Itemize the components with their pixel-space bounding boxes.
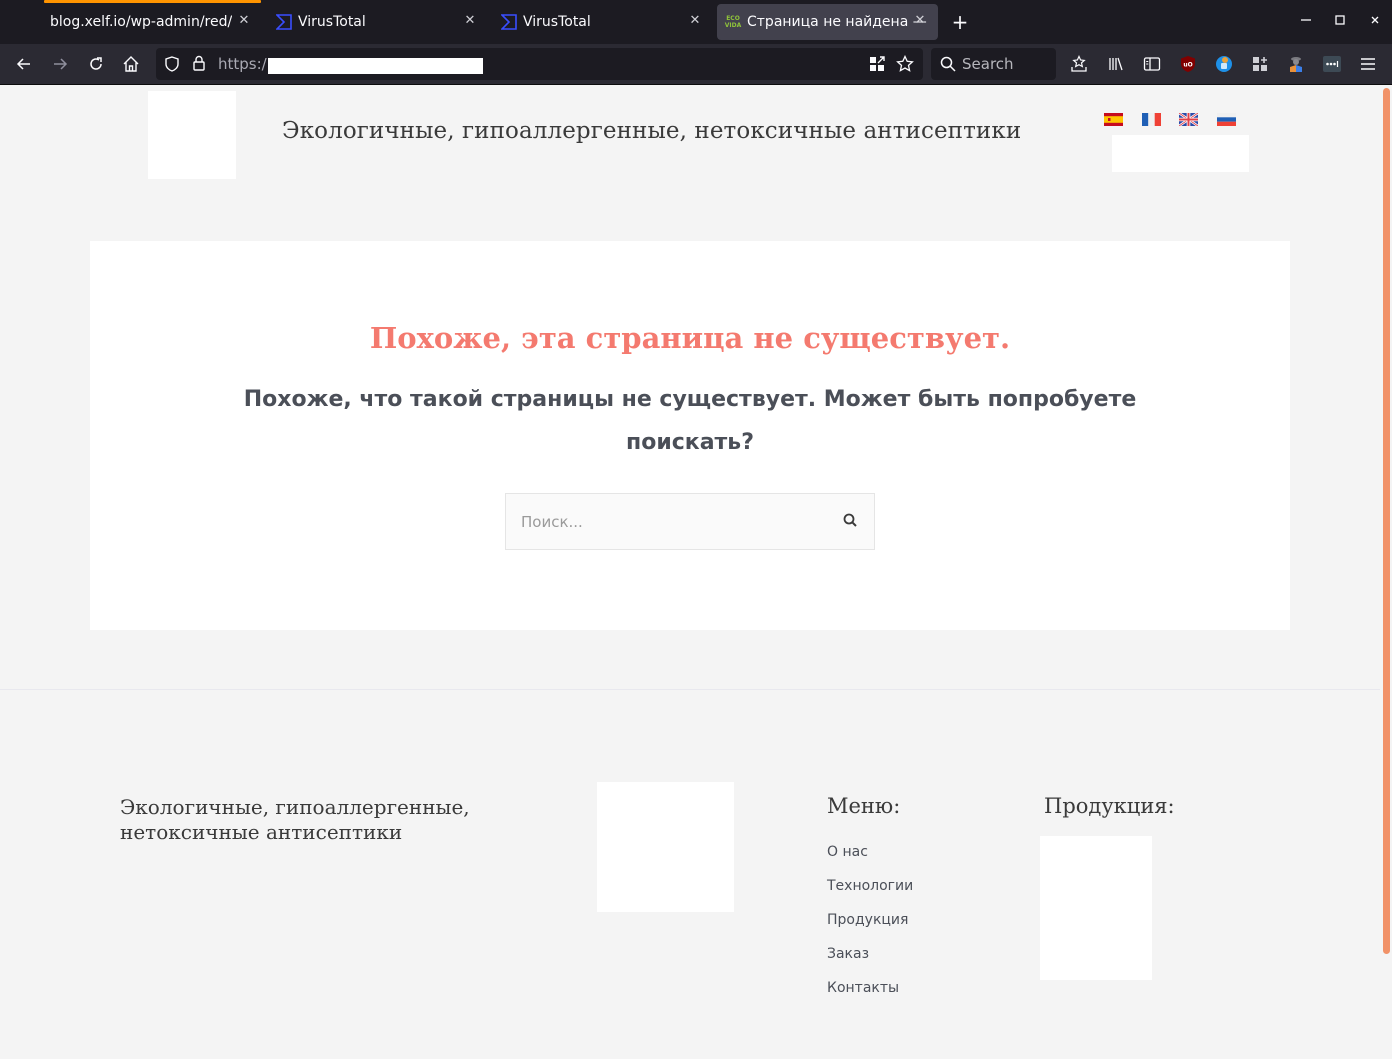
- tab-page-not-found[interactable]: ECO VIDA Страница не найдена — ✕: [717, 4, 938, 40]
- tab-title: blog.xelf.io/wp-admin/red/: [50, 14, 233, 30]
- cookie-bin-icon: [1216, 56, 1232, 72]
- url-text: https:/: [218, 55, 267, 73]
- web-search-box[interactable]: Search: [931, 48, 1056, 80]
- tab-virustotal-2[interactable]: VirusTotal ✕: [495, 4, 713, 40]
- tab-close-icon[interactable]: ✕: [912, 13, 928, 29]
- tab-blog-xelf[interactable]: blog.xelf.io/wp-admin/red/ ✕: [44, 4, 262, 40]
- maximize-button[interactable]: [1328, 10, 1352, 34]
- library-button[interactable]: [1104, 52, 1128, 76]
- footer-menu-item-order[interactable]: Заказ: [827, 944, 913, 978]
- star-tray-icon: [1071, 55, 1087, 72]
- back-button[interactable]: [12, 52, 36, 76]
- app-menu-button[interactable]: [1356, 52, 1380, 76]
- reload-button[interactable]: [84, 52, 108, 76]
- navigation-toolbar: https:/ Search uO: [0, 44, 1392, 85]
- footer-menu-heading: Меню:: [827, 794, 901, 818]
- tab-close-icon[interactable]: ✕: [462, 13, 478, 29]
- web-page: Экологичные, гипоаллергенные, нетоксичны…: [0, 85, 1392, 1059]
- bookmark-star-icon[interactable]: [896, 55, 914, 73]
- footer-products-heading: Продукция:: [1044, 794, 1175, 818]
- language-switcher: [1104, 113, 1254, 126]
- sidebar-icon: [1143, 57, 1161, 71]
- flag-es-icon[interactable]: [1104, 113, 1123, 126]
- error-title: Похоже, эта страница не существует.: [369, 321, 1011, 355]
- favicon-text: ECO: [726, 15, 740, 22]
- not-found-content: Похоже, эта страница не существует. Похо…: [90, 241, 1290, 630]
- search-submit-icon[interactable]: [842, 512, 860, 530]
- maximize-icon: [1335, 15, 1345, 25]
- new-tab-button[interactable]: +: [948, 10, 972, 34]
- cookie-autodelete-extension[interactable]: [1212, 52, 1236, 76]
- search-icon: [940, 56, 956, 72]
- close-window-button[interactable]: [1363, 10, 1387, 34]
- site-search-form: [505, 493, 875, 550]
- close-icon: [1371, 16, 1379, 24]
- minimize-icon: [1301, 19, 1311, 21]
- hamburger-menu-icon: [1361, 58, 1375, 70]
- flag-ru-icon[interactable]: [1216, 113, 1236, 126]
- save-to-pocket-button[interactable]: [1067, 52, 1091, 76]
- lock-icon[interactable]: [192, 55, 206, 72]
- ublock-origin-extension[interactable]: uO: [1176, 52, 1200, 76]
- footer-menu: О нас Технологии Продукция Заказ Контакт…: [827, 842, 913, 1012]
- url-bar[interactable]: https:/: [156, 48, 923, 80]
- tab-virustotal-1[interactable]: VirusTotal ✕: [270, 4, 488, 40]
- tracking-protection-shield-icon[interactable]: [164, 56, 180, 72]
- footer-site-title: Экологичные, гипоаллергенные, нетоксичны…: [120, 795, 470, 844]
- favicon-text: VIDA: [724, 22, 742, 29]
- footer-menu-item-products[interactable]: Продукция: [827, 910, 913, 944]
- tab-bar: blog.xelf.io/wp-admin/red/ ✕ VirusTotal …: [0, 0, 1392, 44]
- sidebar-button[interactable]: [1140, 52, 1164, 76]
- grid-plus-icon: [1253, 57, 1267, 71]
- site-title[interactable]: Экологичные, гипоаллергенные, нетоксичны…: [282, 118, 1021, 144]
- footer-menu-item-about[interactable]: О нас: [827, 842, 913, 876]
- footer-divider: [0, 689, 1380, 690]
- tab-title: VirusTotal: [298, 14, 366, 30]
- password-dots-icon: [1323, 56, 1341, 72]
- url-redacted-region: [268, 58, 483, 74]
- svg-text:uO: uO: [1183, 62, 1192, 69]
- site-search-input[interactable]: [506, 494, 826, 549]
- library-icon: [1109, 57, 1123, 71]
- spy-agent-icon: [1290, 57, 1302, 72]
- tab-title: VirusTotal: [523, 14, 591, 30]
- spy-extension[interactable]: [1284, 52, 1308, 76]
- error-subtitle: Похоже, что такой страницы не существует…: [243, 387, 1137, 455]
- search-placeholder: Search: [962, 55, 1014, 73]
- home-button[interactable]: [119, 52, 143, 76]
- footer-menu-item-contacts[interactable]: Контакты: [827, 978, 913, 1012]
- ecovida-favicon-icon: ECO VIDA: [724, 14, 742, 30]
- tab-close-icon[interactable]: ✕: [236, 13, 252, 29]
- footer-menu-item-technology[interactable]: Технологии: [827, 876, 913, 910]
- flag-en-icon[interactable]: [1179, 113, 1198, 126]
- virustotal-icon: [276, 14, 292, 30]
- add-extension-grid-button[interactable]: [1248, 52, 1272, 76]
- page-scrollbar-thumb[interactable]: [1383, 88, 1390, 954]
- tab-title: Страница не найдена —: [747, 14, 927, 30]
- arrow-left-icon: [16, 58, 30, 70]
- footer-image-placeholder: [597, 782, 734, 912]
- reload-icon: [90, 57, 102, 70]
- tab-loading-indicator: [44, 0, 261, 3]
- site-logo[interactable]: [148, 91, 236, 179]
- tab-close-icon[interactable]: ✕: [687, 13, 703, 29]
- header-widget-placeholder: [1112, 135, 1249, 172]
- ublock-shield-icon: uO: [1181, 56, 1195, 72]
- password-manager-extension[interactable]: [1320, 52, 1344, 76]
- virustotal-icon: [501, 14, 517, 30]
- arrow-right-icon: [54, 58, 68, 70]
- page-actions-grid-icon[interactable]: [869, 56, 885, 72]
- footer-product-image-placeholder[interactable]: [1040, 836, 1152, 980]
- forward-button[interactable]: [48, 52, 72, 76]
- home-icon: [123, 56, 139, 72]
- minimize-button[interactable]: [1294, 10, 1318, 34]
- flag-fr-icon[interactable]: [1141, 113, 1161, 126]
